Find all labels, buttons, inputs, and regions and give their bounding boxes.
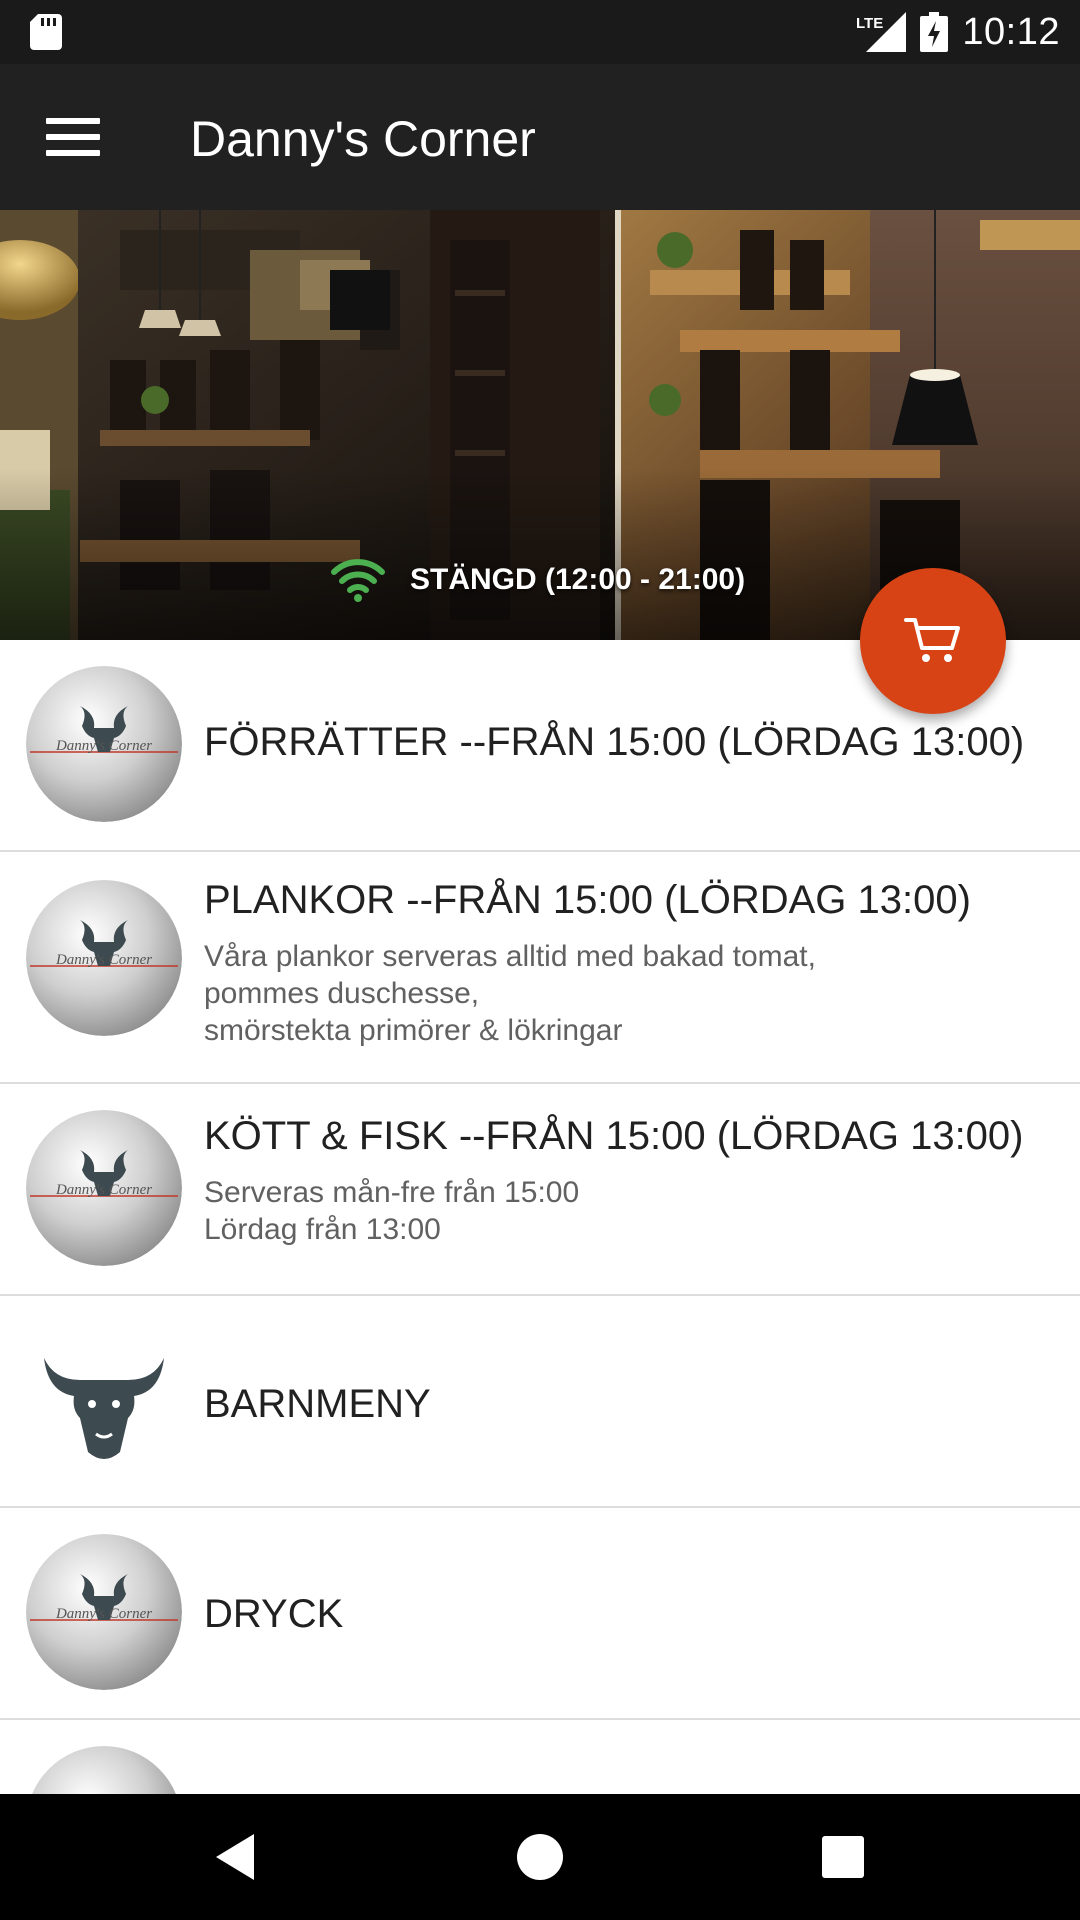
description-line: smörstekta primörer & lökringar: [204, 1014, 623, 1047]
bull-head-icon: [26, 1322, 182, 1478]
app-bar: Danny's Corner: [0, 64, 1080, 210]
battery-charging-icon: [920, 12, 949, 52]
category-item-dryck[interactable]: Danny's Corner DRYCK: [0, 1508, 1080, 1720]
svg-text:Danny's Corner: Danny's Corner: [55, 1182, 152, 1198]
svg-text:Danny's Corner: Danny's Corner: [55, 738, 152, 754]
cart-icon: [904, 618, 960, 662]
category-description: Serveras mån-fre från 15:00 Lördag från …: [204, 1174, 579, 1248]
category-title: BARNMENY: [204, 1382, 431, 1426]
status-icons: LTE 10:12: [856, 0, 1060, 64]
svg-text:Danny's Corner: Danny's Corner: [55, 1606, 152, 1622]
page-title: Danny's Corner: [190, 111, 536, 167]
dannys-corner-logo-image: Danny's Corner: [26, 1534, 182, 1690]
description-line: pommes duschesse,: [204, 977, 480, 1010]
back-icon[interactable]: [204, 1824, 270, 1890]
category-title: FÖRRÄTTER --FRÅN 15:00 (LÖRDAG 13:00): [204, 720, 1025, 764]
category-title: DRYCK: [204, 1592, 344, 1636]
category-item-kott-fisk[interactable]: Danny's Corner KÖTT & FISK --FRÅN 15:00 …: [0, 1084, 1080, 1296]
svg-text:LTE: LTE: [856, 15, 883, 32]
category-item-barnmeny[interactable]: BARNMENY: [0, 1296, 1080, 1508]
dannys-corner-logo-image: Danny's Corner: [26, 1110, 182, 1266]
description-line: Våra plankor serveras alltid med bakad t…: [204, 940, 816, 973]
category-list: Danny's Corner FÖRRÄTTER --FRÅN 15:00 (L…: [0, 640, 1080, 1902]
description-line: Serveras mån-fre från 15:00: [204, 1176, 580, 1209]
category-item-plankor[interactable]: Danny's Corner PLANKOR --FRÅN 15:00 (LÖR…: [0, 852, 1080, 1084]
category-description: Våra plankor serveras alltid med bakad t…: [204, 938, 816, 1049]
status-bar: LTE 10:12: [0, 0, 1080, 64]
system-nav-bar: [0, 1794, 1080, 1920]
svg-text:Danny's Corner: Danny's Corner: [55, 952, 152, 968]
description-line: Lördag från 13:00: [204, 1213, 441, 1246]
category-title: KÖTT & FISK --FRÅN 15:00 (LÖRDAG 13:00): [204, 1114, 1024, 1158]
dannys-corner-logo-image: Danny's Corner: [26, 880, 182, 1036]
opening-status: STÄNGD (12:00 - 21:00): [330, 550, 745, 610]
dannys-corner-logo-image: Danny's Corner: [26, 666, 182, 822]
wifi-icon: [331, 559, 385, 602]
recents-icon[interactable]: [810, 1824, 876, 1890]
sd-card-icon: [30, 14, 62, 50]
category-title: PLANKOR --FRÅN 15:00 (LÖRDAG 13:00): [204, 878, 971, 922]
home-icon[interactable]: [507, 1824, 573, 1890]
status-clock: 10:12: [962, 10, 1060, 53]
hamburger-menu-icon[interactable]: [46, 116, 100, 158]
lte-signal-icon: LTE: [856, 12, 907, 52]
cart-button[interactable]: [860, 568, 1006, 714]
status-text: STÄNGD (12:00 - 21:00): [410, 563, 746, 596]
